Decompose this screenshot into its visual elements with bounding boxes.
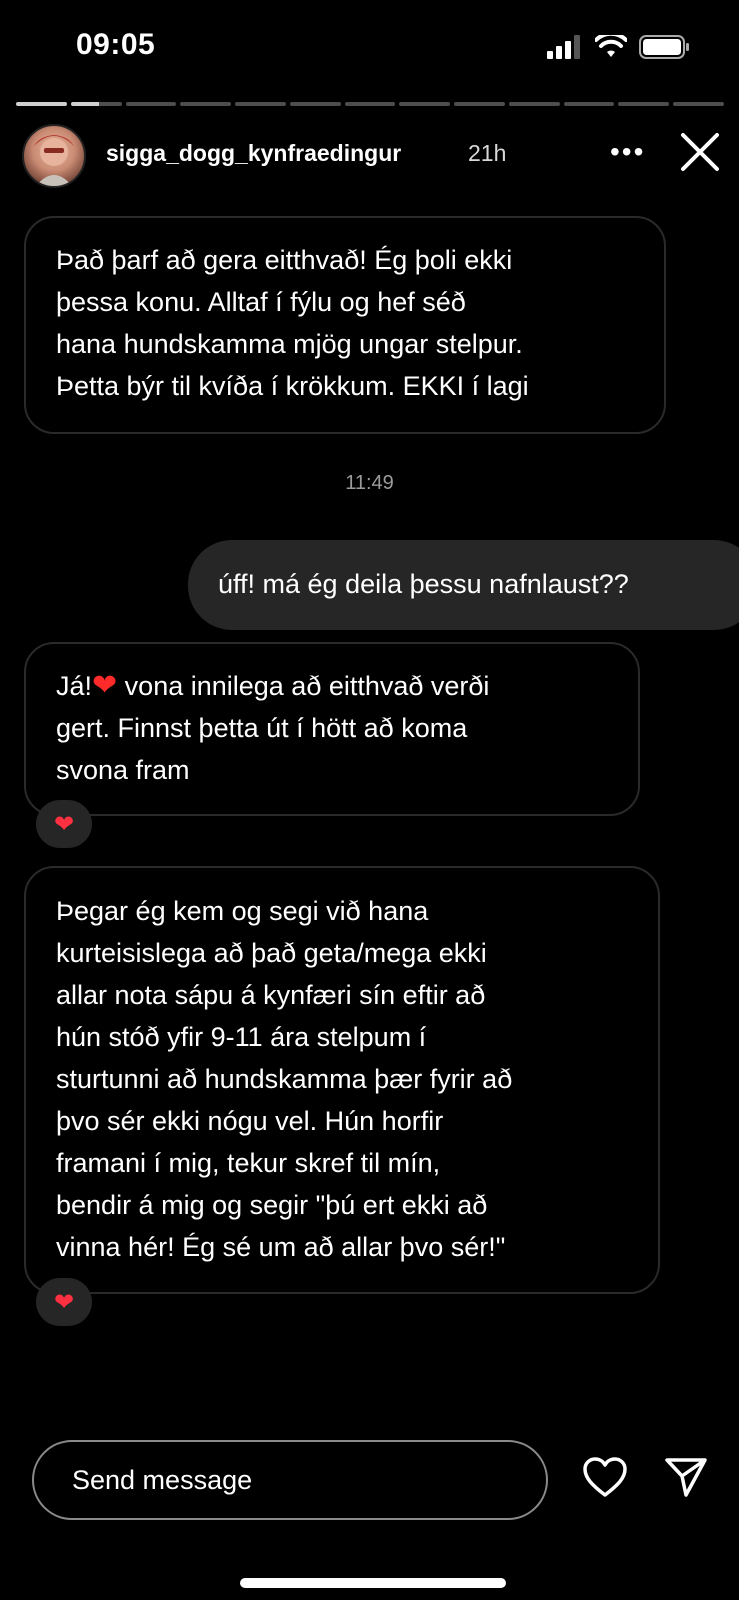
red-heart-emoji: ❤ [92,669,118,702]
story-progress-segment [673,102,724,106]
message-text: úff! má ég deila þessu nafnlaust?? [218,569,629,599]
message-line: Þegar ég kem og segi við hana [56,896,429,926]
message-line: þvo sér ekki nógu vel. Hún horfir [56,1106,444,1136]
avatar[interactable] [22,124,86,188]
story-progress-segment [235,102,286,106]
message-line: allar nota sápu á kynfæri sín eftir að [56,980,486,1010]
message-line: bendir á mig og segir "þú ert ekki að [56,1190,488,1220]
message-text: vona innilega að eitthvað verði [117,671,490,701]
close-icon [681,133,719,171]
story-progress-segment [399,102,451,106]
message-line: þessa konu. Alltaf í fýlu og hef séð [56,287,466,317]
message-line: svona fram [56,755,190,785]
message-line: hún stóð yfir 9-11 ára stelpum í [56,1022,427,1052]
message-line: framani í mig, tekur skref til mín, [56,1148,441,1178]
message-line: vinna hér! Ég sé um að allar þvo sér!" [56,1232,506,1262]
story-progress-segment [125,102,177,106]
story-progress-segment [508,102,560,106]
wifi-icon [595,35,627,57]
message-line: Já!❤ vona innilega að eitthvað verði [56,665,608,707]
message-timestamp: 11:49 [345,472,394,494]
heart-reaction-icon: ❤ [53,810,75,838]
send-message-input[interactable]: Send message [32,1440,548,1520]
message-bubble-received: Þegar ég kem og segi við hana kurteisisl… [24,866,660,1294]
story-progress-segment [70,102,122,106]
story-progress-segment [563,102,615,106]
message-text: Já! [56,671,93,701]
message-bubble-received: Já!❤ vona innilega að eitthvað verði ger… [24,642,640,816]
story-progress-segment [16,102,67,106]
story-progress-segment [180,102,232,106]
message-line: Það þarf að gera eitthvað! Ég þoli ekki [56,245,513,275]
story-progress-segment [618,102,670,106]
message-bubble-sent: úff! má ég deila þessu nafnlaust?? [188,540,739,630]
message-line: Þetta býr til kvíða í krökkum. EKKI í la… [56,371,529,401]
heart-reaction-icon: ❤ [53,1288,75,1316]
story-progress-segment [344,102,396,106]
story-progress-segment [289,102,341,106]
story-progress-segment [454,102,505,106]
message-line: hana hundskamma mjög ungar stelpur. [56,329,523,359]
home-indicator[interactable] [240,1578,506,1588]
message-bubble-received: Það þarf að gera eitthvað! Ég þoli ekki … [24,216,666,434]
story-username[interactable]: sigga_dogg_kynfraedingur [106,140,401,167]
cellular-signal-icon [547,35,580,59]
like-button[interactable] [582,1456,628,1503]
message-reaction[interactable]: ❤ [36,1278,92,1326]
message-line: sturtunni að hundskamma þær fyrir að [56,1064,513,1094]
status-icons [547,34,691,60]
more-options-button[interactable]: ••• [610,136,645,168]
status-time: 09:05 [76,28,156,61]
message-line: gert. Finnst þetta út í hött að koma [56,713,468,743]
message-line: kurteisislega að það geta/mega ekki [56,938,487,968]
message-reaction[interactable]: ❤ [36,800,92,848]
heart-icon [583,1457,627,1497]
share-button[interactable] [664,1456,708,1503]
send-icon [665,1458,707,1497]
close-button[interactable] [680,132,720,177]
story-progress-bar [16,102,724,106]
story-age: 21h [468,140,507,166]
avatar-image [34,135,74,186]
battery-icon [639,35,689,59]
send-message-placeholder: Send message [72,1464,253,1495]
